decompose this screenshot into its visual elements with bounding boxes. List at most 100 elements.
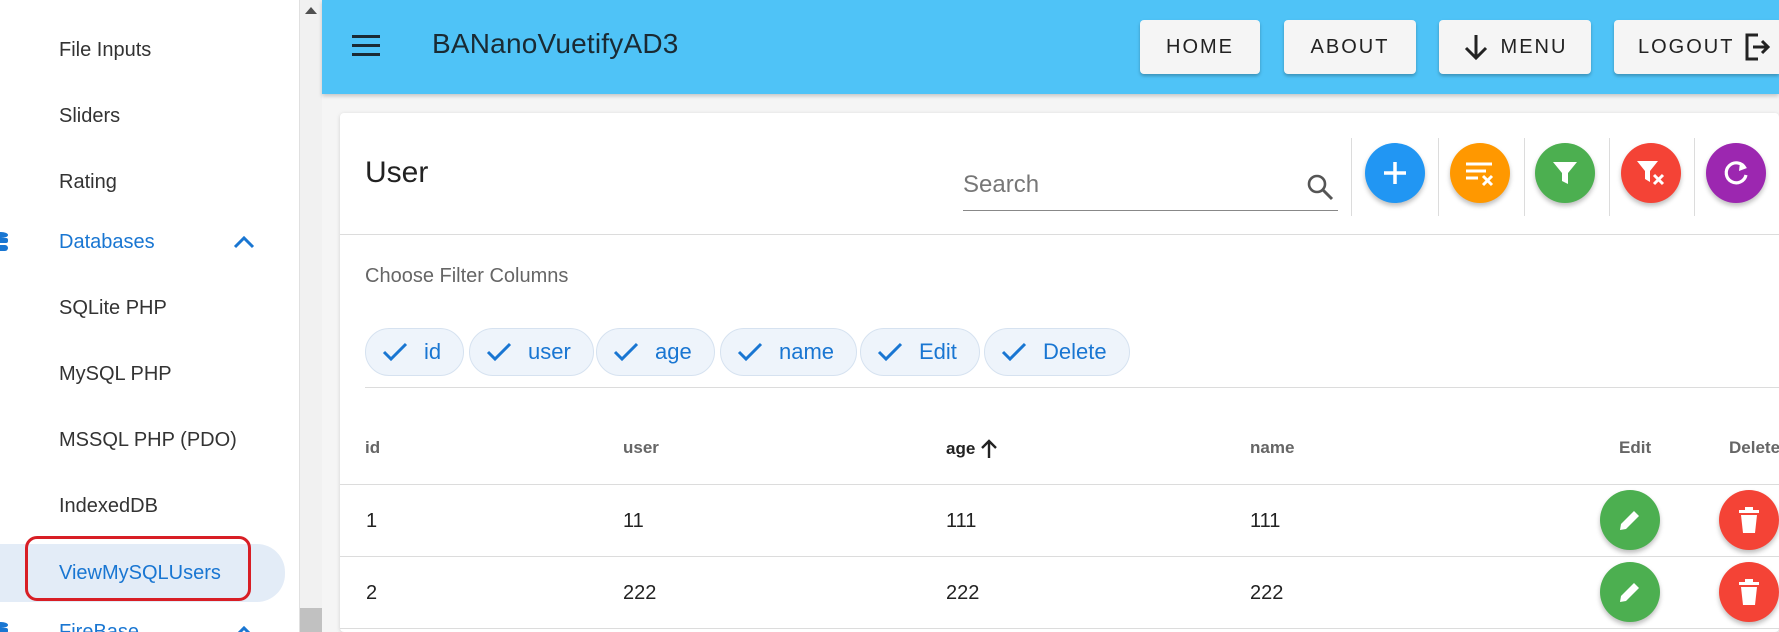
header-divider (340, 484, 1779, 485)
trash-icon (1739, 507, 1759, 533)
filter-chip-user[interactable]: user (469, 328, 594, 376)
home-button[interactable]: HOME (1140, 20, 1260, 74)
sidebar-item-label: Databases (59, 230, 155, 253)
sidebar-item-indexeddb[interactable]: IndexedDB (0, 478, 285, 534)
card-title: User (365, 156, 429, 189)
pencil-icon (1620, 583, 1639, 602)
check-icon (486, 342, 512, 362)
plus-icon (1384, 162, 1406, 184)
clear-filter-button[interactable] (1621, 143, 1681, 203)
chip-label: user (528, 339, 571, 364)
database-icon (0, 622, 8, 632)
chevron-up-icon (233, 235, 255, 249)
column-header-id[interactable]: id (365, 438, 380, 458)
sidebar-item-label: MSSQL PHP (PDO) (59, 428, 237, 451)
header-label: Edit (1619, 438, 1652, 457)
sidebar-item-mssql-php[interactable]: MSSQL PHP (PDO) (0, 412, 285, 468)
sidebar-item-sqlite-php[interactable]: SQLite PHP (0, 280, 285, 336)
about-button[interactable]: ABOUT (1284, 20, 1416, 74)
header-label: user (623, 438, 659, 457)
filter-chip-name[interactable]: name (720, 328, 858, 376)
chip-label: Edit (919, 339, 957, 364)
row-divider (340, 556, 1779, 557)
search-field[interactable] (963, 161, 1338, 211)
menu-button[interactable]: MENU (1439, 20, 1591, 74)
sidebar-scrollbar[interactable] (299, 0, 322, 632)
hamburger-menu-icon[interactable] (352, 33, 382, 57)
filter-divider (365, 387, 1779, 388)
clear-sort-icon (1466, 162, 1494, 187)
check-icon (877, 342, 903, 362)
cell-age: 111 (946, 510, 977, 532)
scrollbar-thumb[interactable] (300, 608, 322, 632)
cell-user: 11 (623, 510, 644, 532)
sidebar-item-label: SQLite PHP (59, 296, 167, 319)
sidebar-group-firebase[interactable]: FireBase (0, 604, 285, 632)
cell-id: 2 (366, 582, 378, 604)
sidebar-item-label: FireBase (59, 620, 140, 632)
check-icon (1001, 342, 1027, 362)
logout-button[interactable]: LOGOUT (1614, 20, 1779, 74)
filter-icon (1553, 162, 1577, 184)
sidebar-group-databases[interactable]: Databases (0, 214, 285, 270)
navigation-drawer: File Inputs Sliders Rating Databases SQL… (0, 0, 299, 632)
sidebar-item-label: Sliders (59, 104, 121, 127)
delete-row-button[interactable] (1719, 562, 1779, 622)
pencil-icon (1620, 511, 1639, 530)
edit-row-button[interactable] (1600, 490, 1660, 550)
toolbar-divider (1524, 138, 1525, 216)
search-input[interactable] (963, 171, 1283, 199)
about-button-label: ABOUT (1310, 35, 1390, 58)
users-data-table-card: User Choose Filter Columns id user age n… (340, 113, 1779, 632)
clear-sort-button[interactable] (1450, 143, 1510, 203)
filter-chip-edit[interactable]: Edit (860, 328, 980, 376)
sidebar-item-label: File Inputs (59, 38, 152, 61)
database-icon (0, 232, 8, 251)
filter-chip-delete[interactable]: Delete (984, 328, 1130, 376)
sidebar-item-mysql-php[interactable]: MySQL PHP (0, 346, 285, 402)
app-bar: BANanoVuetifyAD3 HOME ABOUT MENU LOGOUT (322, 0, 1779, 94)
header-label: Delete (1729, 438, 1779, 457)
sidebar-item-label: MySQL PHP (59, 362, 172, 385)
column-header-edit: Edit (1619, 438, 1651, 458)
sidebar-item-label: Rating (59, 170, 117, 193)
filter-chip-age[interactable]: age (596, 328, 715, 376)
filter-chip-id[interactable]: id (365, 328, 465, 376)
toolbar-divider (1351, 138, 1352, 216)
sidebar-item-label: IndexedDB (59, 494, 158, 517)
filter-button[interactable] (1535, 143, 1595, 203)
trash-icon (1739, 579, 1759, 605)
toolbar-divider (1694, 138, 1695, 216)
sidebar-item-file-inputs[interactable]: File Inputs (0, 22, 285, 78)
sidebar-item-rating[interactable]: Rating (0, 154, 285, 210)
delete-row-button[interactable] (1719, 490, 1779, 550)
cell-name: 111 (1250, 510, 1281, 532)
column-header-user[interactable]: user (623, 438, 659, 458)
chip-label: age (655, 339, 692, 364)
cell-name: 222 (1250, 582, 1284, 604)
header-label: id (365, 438, 381, 457)
add-button[interactable] (1365, 143, 1425, 203)
scroll-up-arrow-icon[interactable] (305, 7, 317, 14)
column-header-age[interactable]: age (946, 438, 999, 460)
row-divider (340, 628, 1779, 629)
check-icon (382, 342, 408, 362)
sidebar-item-sliders[interactable]: Sliders (0, 88, 285, 144)
column-header-name[interactable]: name (1250, 438, 1294, 458)
search-icon (1307, 174, 1334, 201)
header-label: name (1250, 438, 1295, 457)
chip-label: id (424, 339, 442, 364)
menu-button-label: MENU (1500, 35, 1568, 58)
chevron-up-icon (237, 625, 251, 632)
chip-label: Delete (1043, 339, 1107, 364)
edit-row-button[interactable] (1600, 562, 1660, 622)
header-label: age (946, 439, 976, 458)
column-header-delete: Delete (1729, 438, 1779, 458)
refresh-button[interactable] (1706, 143, 1766, 203)
annotation-highlight-box (25, 536, 251, 601)
check-icon (737, 342, 763, 362)
sort-ascending-arrow-icon (981, 439, 998, 458)
chip-label: name (779, 339, 835, 364)
card-divider (340, 234, 1779, 235)
cell-id: 1 (366, 510, 378, 532)
